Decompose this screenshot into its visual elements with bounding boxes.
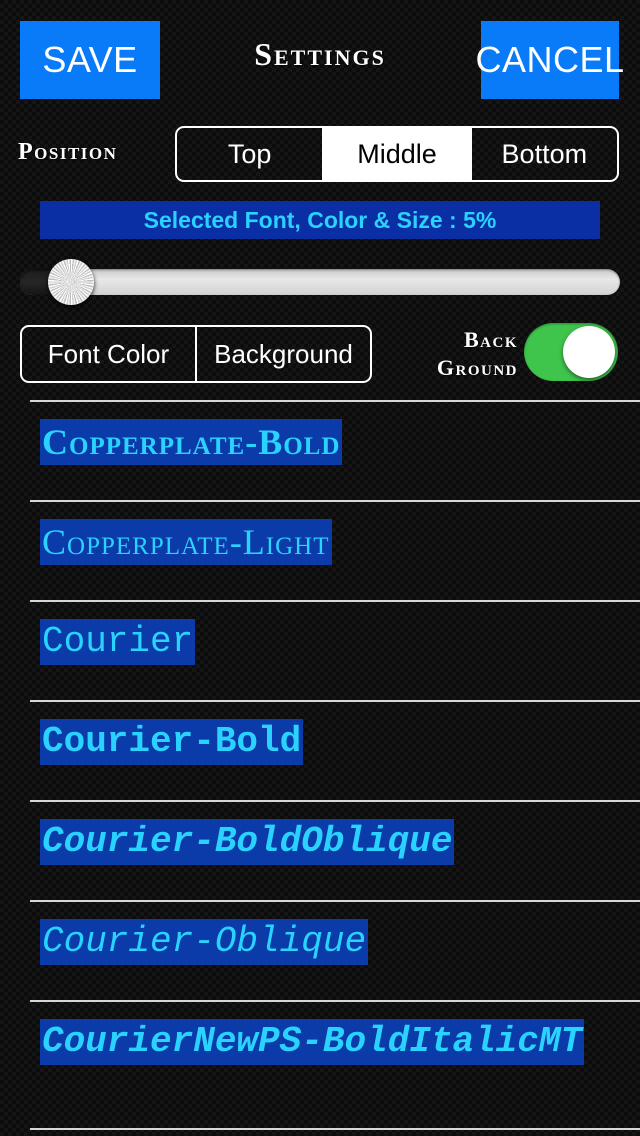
slider-thumb[interactable] bbox=[47, 259, 94, 305]
font-list-item[interactable]: Copperplate-Light bbox=[0, 500, 640, 600]
font-list-item[interactable]: Courier-Oblique bbox=[0, 900, 640, 1000]
position-segmented-control[interactable]: Top Middle Bottom bbox=[175, 126, 619, 182]
list-item-separator bbox=[30, 600, 640, 602]
position-label: Position bbox=[18, 139, 118, 165]
background-toggle[interactable] bbox=[524, 323, 618, 381]
font-list-item[interactable]: Copperplate-Bold bbox=[0, 400, 640, 500]
font-name-label: Courier bbox=[40, 619, 196, 665]
list-bottom-separator bbox=[30, 1128, 640, 1130]
segment-position-middle[interactable]: Middle bbox=[322, 128, 470, 180]
background-toggle-label-line1: Back bbox=[463, 327, 518, 352]
settings-screen: SAVE Settings CANCEL Position Top Middle… bbox=[0, 0, 640, 1136]
list-item-separator bbox=[30, 500, 640, 502]
selected-font-info-bar: Selected Font, Color & Size : 5% bbox=[40, 201, 600, 239]
font-list-item[interactable]: Courier-Bold bbox=[0, 700, 640, 800]
font-list-item[interactable]: CourierNewPS-BoldItalicMT bbox=[0, 1000, 640, 1100]
background-toggle-label: Back Ground bbox=[398, 326, 518, 382]
slider-track[interactable] bbox=[20, 269, 620, 295]
font-list[interactable]: Copperplate-Bold Copperplate-Light Courier… bbox=[0, 400, 640, 1136]
segment-position-top[interactable]: Top bbox=[177, 128, 322, 180]
list-item-separator bbox=[30, 900, 640, 902]
font-name-label: Courier-BoldOblique bbox=[40, 819, 455, 865]
font-name-label: Copperplate-Light bbox=[40, 519, 332, 565]
font-list-item[interactable]: Courier-BoldOblique bbox=[0, 800, 640, 900]
toggle-knob[interactable] bbox=[563, 326, 615, 378]
cancel-button[interactable]: CANCEL bbox=[475, 21, 624, 99]
header-bar: SAVE Settings CANCEL bbox=[0, 0, 640, 118]
list-item-separator bbox=[30, 1000, 640, 1002]
font-name-label: CourierNewPS-BoldItalicMT bbox=[40, 1019, 585, 1065]
segment-font-color[interactable]: Font Color bbox=[22, 327, 195, 381]
font-name-label: Courier-Oblique bbox=[40, 919, 369, 965]
segment-position-bottom[interactable]: Bottom bbox=[469, 128, 617, 180]
list-item-separator bbox=[30, 800, 640, 802]
color-mode-segmented-control[interactable]: Font Color Background bbox=[20, 325, 372, 383]
font-size-slider[interactable] bbox=[20, 259, 620, 305]
font-list-item[interactable]: Courier bbox=[0, 600, 640, 700]
background-toggle-label-line2: Ground bbox=[436, 355, 518, 380]
font-name-label: Courier-Bold bbox=[40, 719, 304, 765]
segment-background[interactable]: Background bbox=[195, 327, 370, 381]
font-name-label: Copperplate-Bold bbox=[40, 419, 343, 465]
list-item-separator bbox=[30, 700, 640, 702]
list-item-separator bbox=[30, 400, 640, 402]
